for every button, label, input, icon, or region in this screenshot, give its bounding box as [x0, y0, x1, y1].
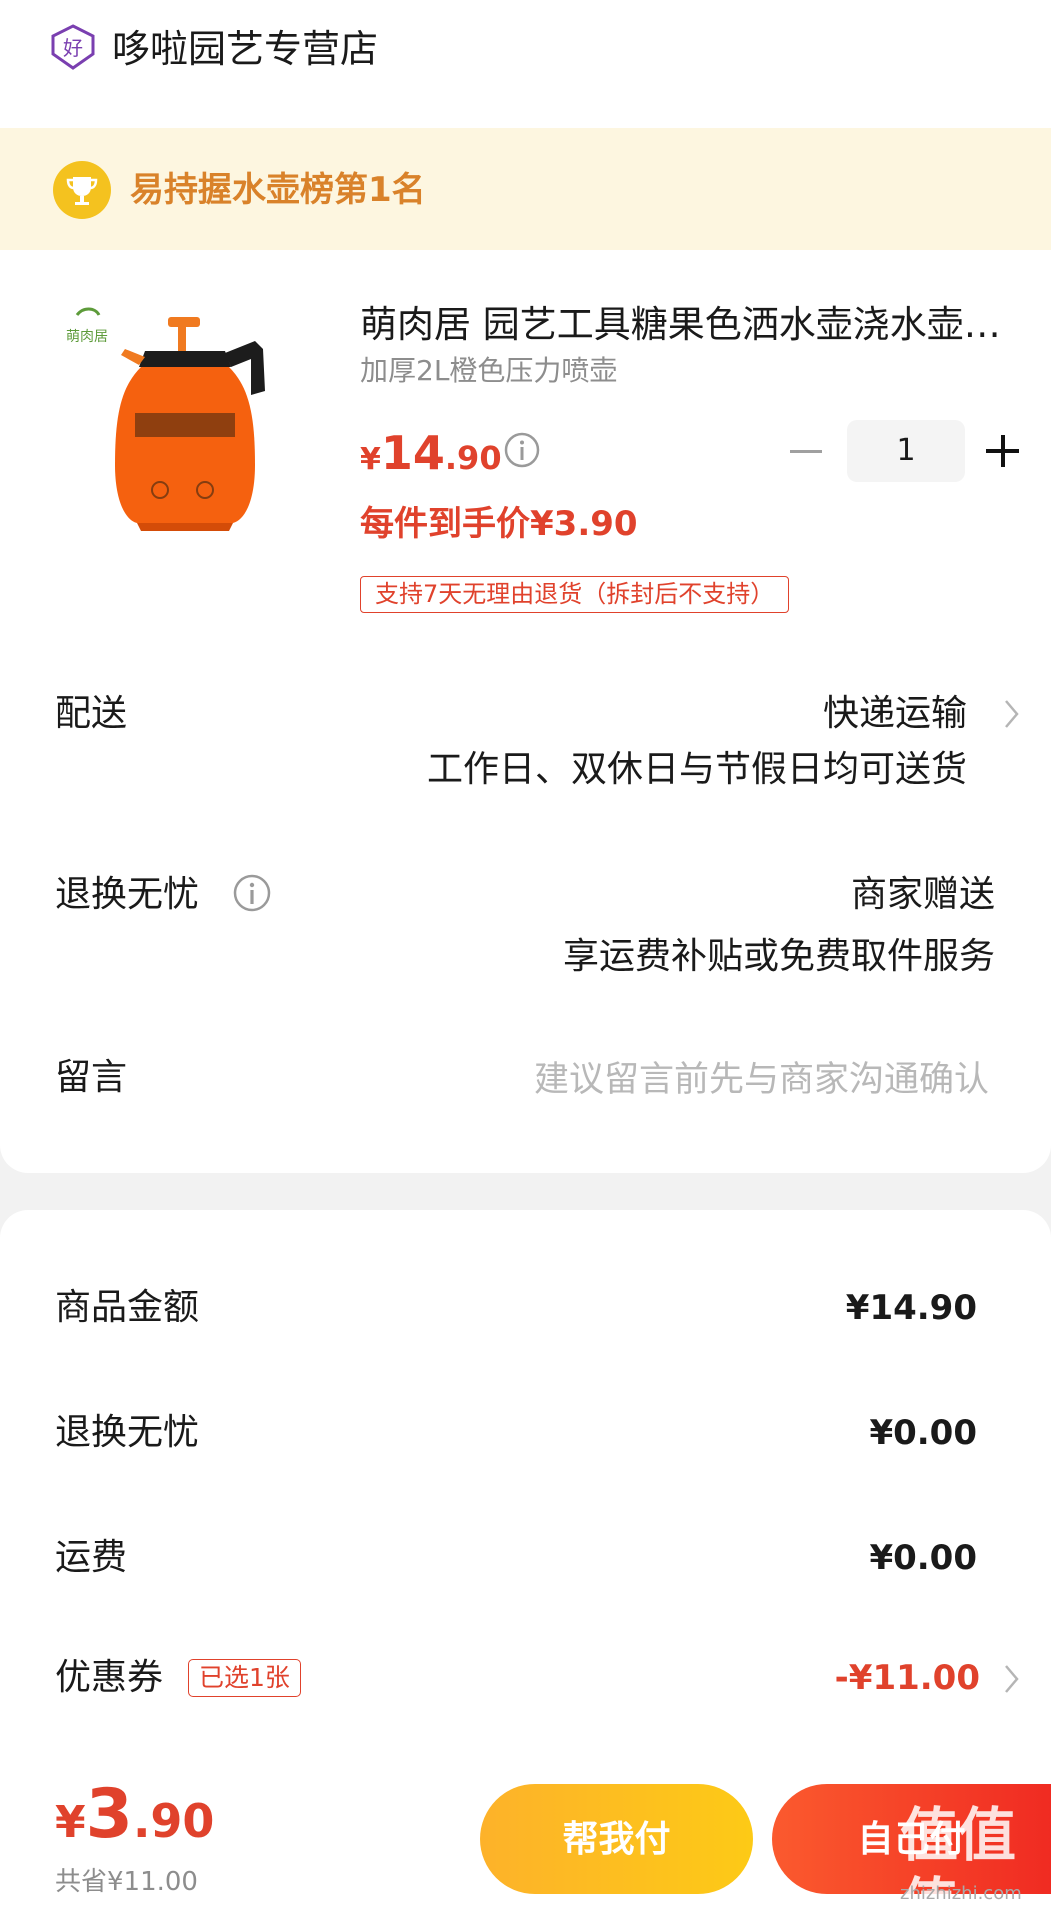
net-price: 每件到手价¥3.90	[360, 504, 638, 544]
total-decimal: .90	[132, 1794, 215, 1848]
return-fee-label: 退换无忧	[55, 1412, 200, 1453]
goods-amount-label: 商品金额	[55, 1287, 200, 1328]
help-pay-button[interactable]: 帮我付	[480, 1784, 753, 1894]
coupon-selected-badge: 已选1张	[188, 1659, 301, 1697]
product-image-brand: 萌肉居	[66, 329, 108, 345]
info-icon[interactable]	[503, 431, 541, 469]
coupon-label: 优惠券	[55, 1657, 164, 1698]
hao-badge-icon: 好	[51, 24, 95, 70]
price-decimal: .90	[444, 439, 502, 477]
store-icon-glyph: 好	[63, 36, 83, 60]
product-title[interactable]: 萌肉居 园艺工具糖果色洒水壶浇水壶喷壶	[360, 300, 1025, 350]
total-integer: 3	[85, 1775, 133, 1854]
total-price: ¥3.90	[55, 1775, 214, 1854]
chevron-right-icon[interactable]	[1003, 698, 1021, 730]
return-policy-tag: 支持7天无理由退货（拆封后不支持）	[360, 576, 790, 613]
total-symbol: ¥	[55, 1797, 86, 1848]
delivery-schedule: 工作日、双休日与节假日均可送货	[426, 749, 967, 790]
product-image[interactable]: 萌肉居	[55, 295, 295, 565]
shipping-fee-value: ¥0.00	[869, 1538, 977, 1578]
store-name[interactable]: 哆啦园艺专营店	[112, 24, 378, 74]
return-fee-value: ¥0.00	[869, 1413, 977, 1453]
shipping-fee-label: 运费	[55, 1537, 128, 1578]
goods-amount-value: ¥14.90	[845, 1288, 977, 1328]
trophy-icon	[53, 161, 111, 219]
price-integer: 14	[380, 426, 445, 480]
total-saved: 共省¥11.00	[55, 1867, 198, 1897]
product-price: ¥14.90	[360, 426, 502, 480]
return-service-desc: 享运费补贴或免费取件服务	[562, 936, 995, 977]
chevron-right-icon[interactable]	[1003, 1663, 1021, 1695]
coupon-value[interactable]: -¥11.00	[835, 1654, 980, 1702]
info-icon[interactable]	[232, 873, 272, 913]
delivery-label: 配送	[55, 693, 128, 734]
return-service-value: 商家赠送	[850, 874, 995, 915]
product-spec: 加厚2L橙色压力喷壶	[360, 354, 618, 387]
price-symbol: ¥	[360, 442, 381, 477]
quantity-increase-button[interactable]	[986, 433, 1022, 469]
quantity-value[interactable]: 1	[847, 420, 965, 482]
return-service-label: 退换无忧	[55, 874, 200, 915]
note-input[interactable]: 建议留言前先与商家沟通确认	[534, 1056, 989, 1104]
delivery-method[interactable]: 快递运输	[823, 690, 967, 738]
note-label: 留言	[55, 1057, 128, 1098]
watermark-url: zhizhizhi.com	[900, 1883, 1022, 1904]
quantity-decrease-button[interactable]	[790, 433, 824, 469]
rank-text: 易持握水壶榜第1名	[130, 170, 426, 210]
